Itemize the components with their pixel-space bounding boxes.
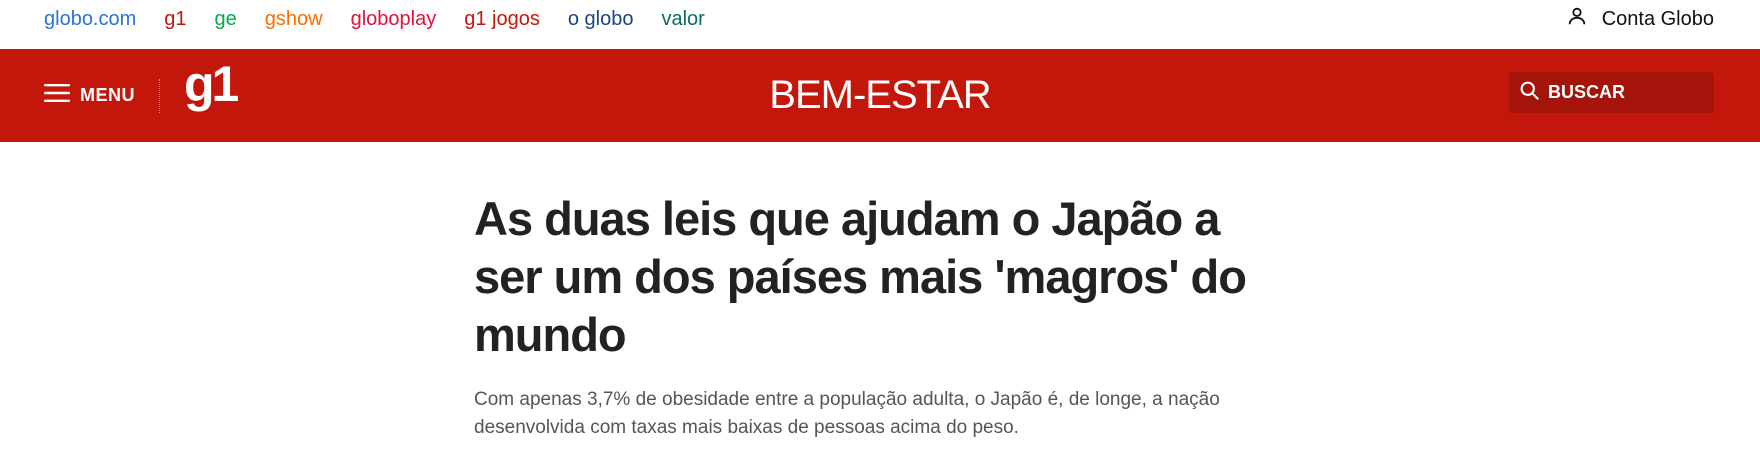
nav-link-gshow[interactable]: gshow [265,8,323,31]
search-icon [1519,80,1540,106]
nav-link-o-globo[interactable]: o globo [568,8,634,31]
article-header: As duas leis que ajudam o Japão a ser um… [474,190,1294,442]
nav-link-valor[interactable]: valor [661,8,704,31]
search-button[interactable]: BUSCAR [1509,72,1714,113]
article-headline: As duas leis que ajudam o Japão a ser um… [474,192,1247,361]
g1-header: MENU g1 BEM-ESTAR BUSCAR [0,49,1760,142]
nav-link-g1-jogos[interactable]: g1 jogos [464,8,540,31]
user-icon [1566,5,1588,33]
nav-link-g1[interactable]: g1 [164,8,186,31]
article-lede: Com apenas 3,7% de obesidade entre a pop… [474,389,1220,438]
search-label: BUSCAR [1548,82,1626,102]
globo-sites-links: globo.com g1 ge gshow globoplay g1 jogos… [44,0,705,38]
nav-link-ge[interactable]: ge [215,8,237,31]
conta-globo-button[interactable]: Conta Globo [1566,0,1714,38]
conta-globo-label: Conta Globo [1601,7,1714,30]
globo-top-nav: globo.com g1 ge gshow globoplay g1 jogos… [0,0,1760,49]
section-title[interactable]: BEM-ESTAR [0,49,1760,142]
nav-link-globoplay[interactable]: globoplay [351,8,437,31]
nav-link-globo-com[interactable]: globo.com [44,8,136,31]
